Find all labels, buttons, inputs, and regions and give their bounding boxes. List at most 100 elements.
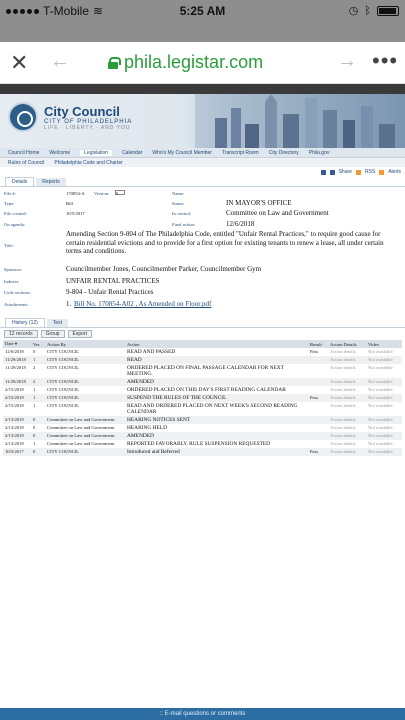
forward-arrow-icon[interactable]: → (337, 50, 357, 73)
battery-icon (377, 5, 399, 16)
more-icon[interactable]: ••• (372, 48, 398, 74)
nav-legislation[interactable]: Legislation (80, 149, 113, 156)
version-value: 0 (116, 191, 119, 197)
tab-text[interactable]: Text (46, 319, 69, 327)
col-video[interactable]: Video (366, 340, 402, 348)
table-row: 11/29/2018 2 CITY COUNCIL ORDERED PLACED ON… (3, 364, 402, 378)
history-action-details-link[interactable]: Action details (328, 448, 366, 456)
rss-link[interactable]: RSS (365, 169, 375, 175)
history-action-details-link[interactable]: Action details (328, 394, 366, 402)
site-banner: City Council CITY OF PHILADELPHIA LIFE ·… (0, 94, 405, 148)
tab-details[interactable]: Details (5, 177, 35, 186)
history-date-cell: 2/15/2018 (5, 387, 24, 392)
table-row: 2/13/2018 0 Committee on Law and Governmen… (3, 432, 402, 440)
col-action-by[interactable]: Action By (45, 340, 125, 348)
nav-calendar[interactable]: Calendar (122, 150, 142, 156)
history-video-cell: Not available (366, 448, 402, 456)
history-result-cell (308, 356, 328, 364)
history-version-cell: 1 (33, 403, 36, 408)
history-video-cell: Not available (366, 432, 402, 440)
history-action-cell: HEARING HELD (127, 425, 167, 431)
export-button[interactable]: Export (67, 330, 92, 338)
history-version-cell: 1 (33, 441, 36, 446)
table-row: 12/6/2018 0 CITY COUNCIL READ AND PASSED Pas… (3, 348, 402, 356)
history-action-cell: ORDERED PLACED ON THIS DAY'S FIRST READI… (127, 387, 286, 393)
file-label: File #: (4, 191, 16, 196)
legislation-details: File #: 170854-A Version: 0 Name: Type: … (0, 187, 405, 319)
bluetooth-icon: ᛒ (364, 4, 371, 17)
attachment-link[interactable]: Bill No. 170854-A02 , As Amended on Floo… (74, 300, 211, 308)
history-action-details-link[interactable]: Action details (328, 440, 366, 448)
history-date-cell: 2/15/2018 (3, 394, 31, 402)
history-action-details-link[interactable]: Action details (328, 386, 366, 394)
col-result[interactable]: Result (308, 340, 328, 348)
nav-city-directory[interactable]: City Directory (269, 150, 299, 156)
history-action-details-link[interactable]: Action details (328, 402, 366, 416)
brand-motto: LIFE · LIBERTY · AND YOU (44, 125, 131, 131)
facebook-icon[interactable] (320, 169, 326, 175)
version-label: Version: (94, 191, 110, 196)
twitter-icon[interactable] (329, 169, 335, 175)
history-action-details-link[interactable]: Action details (328, 416, 366, 424)
nav-council-home[interactable]: Council Home (8, 150, 39, 156)
title-label: Title: (4, 243, 14, 248)
footer-email-link[interactable]: :: E-mail questions or comments (0, 708, 405, 720)
status-bar: T-Mobile ≋ 5:25 AM ◷ ᛒ (0, 0, 405, 22)
site-brand[interactable]: City Council CITY OF PHILADELPHIA LIFE ·… (44, 104, 132, 131)
nav-phila-gov[interactable]: Phila.gov (309, 150, 330, 156)
history-date-cell: 2/13/2018 (3, 432, 31, 440)
history-action-cell: READ AND ORDERED PLACED ON NEXT WEEK'S S… (127, 403, 298, 415)
history-action-details-link[interactable]: Action details (328, 364, 366, 378)
history-action-details-link[interactable]: Action details (328, 348, 366, 356)
records-count: 12 records (4, 330, 38, 338)
nav-welcome[interactable]: Welcome (49, 150, 70, 156)
history-action-details-link[interactable]: Action details (328, 432, 366, 440)
skyline-image (195, 94, 405, 148)
history-action-by-cell: Committee on Law and Government (45, 432, 125, 440)
attachments-label: Attachments: (4, 302, 29, 307)
col-ver[interactable]: Ver. (31, 340, 45, 348)
history-action-cell: REPORTED FAVORABLY, RULE SUSPENSION REQU… (127, 441, 271, 447)
history-action-by-cell: Committee on Law and Government (47, 425, 115, 430)
col-action-details[interactable]: Action Details (328, 340, 366, 348)
nav-code-and-charter[interactable]: Philadelphia Code and Charter (54, 160, 122, 166)
history-action-by-cell: CITY COUNCIL (47, 403, 80, 408)
type-value: Bill (66, 201, 73, 206)
col-action[interactable]: Action (125, 340, 308, 348)
file-value: 170854-A (66, 191, 85, 196)
history-version-cell: 1 (31, 394, 45, 402)
alerts-link[interactable]: Alerts (388, 169, 401, 175)
nav-transcript-room[interactable]: Transcript Room (222, 150, 259, 156)
history-video-cell: Not available (368, 387, 393, 392)
lock-icon (108, 56, 121, 69)
history-version-cell: 1 (31, 356, 45, 364)
city-seal-icon[interactable] (8, 102, 38, 132)
history-table: Date ▾ Ver. Action By Action Result Acti… (3, 340, 402, 456)
col-date[interactable]: Date ▾ (3, 340, 31, 348)
brand-title: City Council (44, 104, 120, 119)
nav-rules-of-council[interactable]: Rules of Council (8, 160, 44, 166)
clock: 5:25 AM (179, 4, 226, 18)
tab-history[interactable]: History (12) (5, 318, 45, 327)
share-link[interactable]: Share (339, 169, 352, 175)
table-row: 11/29/2018 1 CITY COUNCIL READ Action detail… (3, 356, 402, 364)
history-action-details-link[interactable]: Action details (328, 356, 366, 364)
alerts-icon[interactable] (379, 169, 385, 175)
group-button[interactable]: Group (40, 330, 65, 338)
control-label: In control: (172, 211, 192, 216)
address-bar[interactable]: phila.legistar.com (108, 52, 263, 73)
url-text: phila.legistar.com (124, 52, 264, 72)
history-action-cell: ORDERED PLACED ON FINAL PASSAGE CALENDAR… (127, 365, 284, 377)
tab-reports[interactable]: Reports (36, 178, 66, 186)
history-action-details-link[interactable]: Action details (328, 378, 366, 386)
type-label: Type: (4, 201, 15, 206)
history-result-cell: Pass (308, 394, 328, 402)
history-result-cell (308, 364, 328, 378)
history-action-details-link[interactable]: Action details (328, 424, 366, 432)
nav-council-member[interactable]: Who's My Council Member (152, 150, 212, 156)
version-select[interactable]: 0 (115, 190, 125, 197)
table-row: 2/13/2018 0 Committee on Law and Governmen… (3, 416, 402, 424)
rss-icon[interactable] (355, 169, 361, 175)
back-arrow-icon[interactable]: ← (50, 50, 70, 73)
close-icon[interactable]: ✕ (10, 50, 28, 76)
